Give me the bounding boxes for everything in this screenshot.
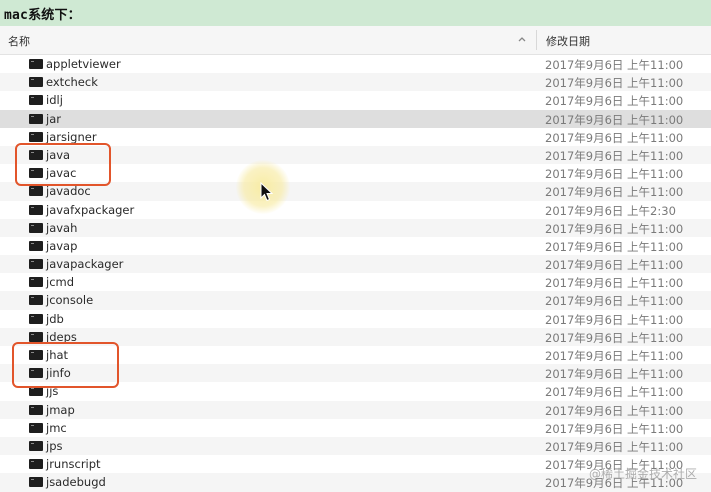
file-row[interactable]: jcmd 2017年9月6日 上午11:00 — [0, 273, 711, 291]
executable-file-icon — [29, 240, 43, 251]
file-modified-date: 2017年9月6日 上午2:30 — [545, 203, 676, 218]
file-modified-date: 2017年9月6日 上午11:00 — [545, 349, 684, 363]
file-modified-date: 2017年9月6日 上午11:00 — [545, 94, 684, 109]
file-modified-date: 2017年9月6日 上午11:00 — [545, 148, 684, 163]
file-name: jconsole — [46, 293, 94, 308]
file-name: jrunscript — [46, 457, 101, 472]
file-row[interactable]: jdb 2017年9月6日 上午11:00 — [0, 310, 711, 328]
executable-file-icon — [29, 404, 43, 415]
executable-file-icon — [29, 422, 43, 433]
file-row[interactable]: jps 2017年9月6日 上午11:00 — [0, 436, 711, 456]
file-modified-date: 2017年9月6日 上午11:00 — [545, 294, 684, 309]
file-name: idlj — [46, 93, 63, 108]
executable-file-icon — [29, 131, 43, 142]
date-column-header[interactable]: 修改日期 — [546, 33, 590, 49]
mouse-pointer-icon — [260, 182, 274, 202]
caption-text: mac系统下： — [4, 8, 81, 23]
file-list: appletviewer 2017年9月6日 上午11:00 extcheck 201… — [0, 55, 711, 492]
file-modified-date: 2017年9月6日 上午11:00 — [545, 130, 684, 145]
file-name: jmap — [46, 402, 75, 417]
executable-file-icon — [29, 77, 43, 88]
file-modified-date: 2017年9月6日 上午11:00 — [545, 312, 684, 327]
executable-file-icon — [29, 459, 43, 470]
file-name: jmc — [46, 420, 67, 435]
executable-file-icon — [29, 204, 43, 215]
file-name: jsadebugd — [46, 475, 106, 490]
file-row[interactable]: jmap 2017年9月6日 上午11:00 — [0, 400, 711, 419]
file-name: extcheck — [46, 75, 98, 90]
column-header: 名称 修改日期 — [0, 26, 711, 55]
executable-file-icon — [29, 440, 43, 451]
file-name: javafxpackager — [46, 202, 135, 217]
executable-file-icon — [29, 222, 43, 233]
file-name: jcmd — [46, 275, 75, 290]
file-modified-date: 2017年9月6日 上午11:00 — [545, 258, 684, 273]
file-row[interactable]: jmc 2017年9月6日 上午11:00 — [0, 419, 711, 437]
executable-file-icon — [29, 113, 43, 124]
executable-file-icon — [29, 259, 43, 270]
executable-file-icon — [29, 295, 43, 306]
highlight-box-jhat-jinfo — [12, 342, 119, 388]
column-divider[interactable] — [536, 30, 537, 50]
file-name: javadoc — [46, 184, 91, 199]
file-name: jps — [46, 438, 63, 453]
executable-file-icon — [29, 95, 43, 106]
file-name: javap — [46, 238, 78, 253]
executable-file-icon — [29, 477, 43, 488]
file-row[interactable]: javapackager 2017年9月6日 上午11:00 — [0, 255, 711, 274]
file-row[interactable]: javafxpackager 2017年9月6日 上午2:30 — [0, 201, 711, 219]
file-modified-date: 2017年9月6日 上午11:00 — [545, 276, 684, 291]
file-modified-date: 2017年9月6日 上午11:00 — [545, 239, 684, 254]
file-modified-date: 2017年9月6日 上午11:00 — [545, 439, 684, 454]
file-name: jarsigner — [46, 129, 97, 144]
file-row[interactable]: jar 2017年9月6日 上午11:00 — [0, 109, 711, 128]
file-row[interactable]: idlj 2017年9月6日 上午11:00 — [0, 91, 711, 109]
file-modified-date: 2017年9月6日 上午11:00 — [545, 58, 684, 72]
file-name: appletviewer — [46, 57, 121, 71]
file-modified-date: 2017年9月6日 上午11:00 — [545, 367, 684, 382]
file-modified-date: 2017年9月6日 上午11:00 — [545, 421, 684, 436]
file-row[interactable]: jconsole 2017年9月6日 上午11:00 — [0, 291, 711, 310]
file-name: javapackager — [46, 257, 124, 272]
name-column-header[interactable]: 名称 — [8, 33, 30, 49]
file-modified-date: 2017年9月6日 上午11:00 — [545, 76, 684, 91]
watermark: @稀土掘金技术社区 — [588, 467, 697, 481]
chevron-up-icon[interactable] — [516, 33, 528, 45]
file-modified-date: 2017年9月6日 上午11:00 — [545, 221, 684, 236]
file-name: jdb — [46, 311, 64, 326]
caption-banner: mac系统下： — [0, 0, 711, 26]
file-modified-date: 2017年9月6日 上午11:00 — [545, 385, 684, 400]
file-row[interactable]: javap 2017年9月6日 上午11:00 — [0, 237, 711, 255]
file-modified-date: 2017年9月6日 上午11:00 — [545, 403, 684, 418]
file-row[interactable]: javah 2017年9月6日 上午11:00 — [0, 218, 711, 237]
file-modified-date: 2017年9月6日 上午11:00 — [545, 185, 684, 200]
file-row[interactable]: extcheck 2017年9月6日 上午11:00 — [0, 73, 711, 92]
file-name: javah — [46, 220, 78, 235]
executable-file-icon — [29, 186, 43, 197]
file-row[interactable]: appletviewer 2017年9月6日 上午11:00 — [0, 55, 711, 73]
executable-file-icon — [29, 59, 43, 69]
file-modified-date: 2017年9月6日 上午11:00 — [545, 330, 684, 345]
executable-file-icon — [29, 313, 43, 324]
file-name: jar — [46, 111, 61, 126]
file-modified-date: 2017年9月6日 上午11:00 — [545, 112, 684, 127]
file-modified-date: 2017年9月6日 上午11:00 — [545, 167, 684, 182]
executable-file-icon — [29, 277, 43, 288]
highlight-box-java-javac — [15, 143, 111, 186]
executable-file-icon — [29, 331, 43, 342]
